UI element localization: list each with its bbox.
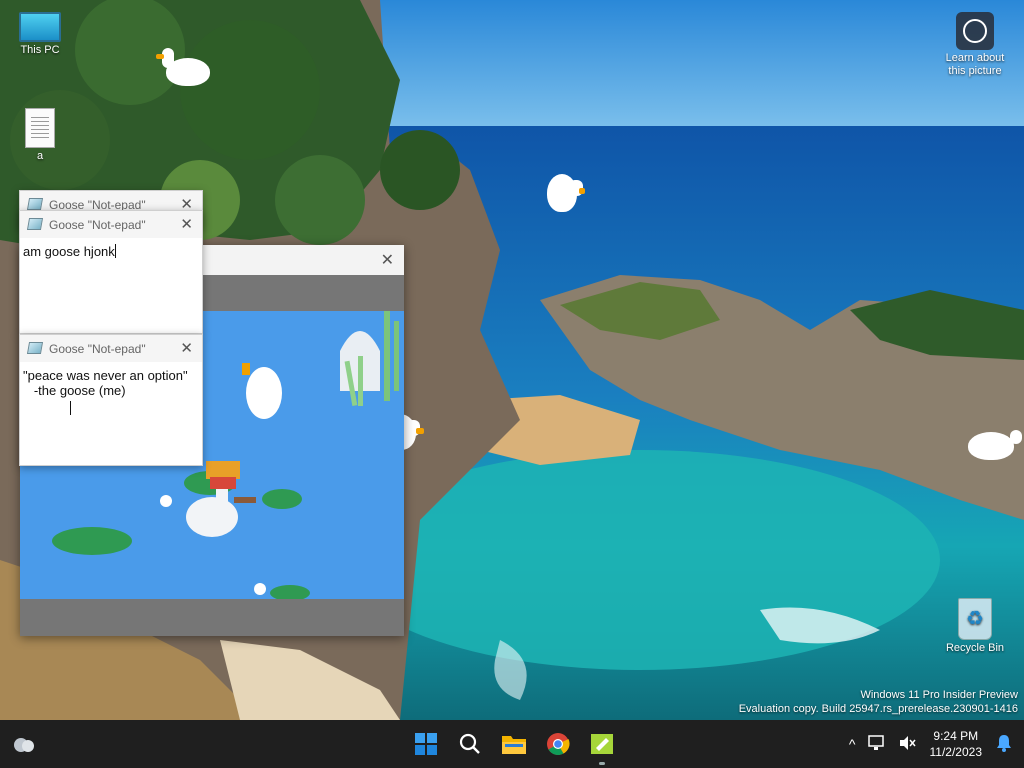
taskbar: ^ 9:24 PM 11/2/2023 [0, 720, 1024, 768]
notepad-titlebar[interactable]: Goose "Not-epad" ✕ [20, 211, 202, 238]
notepad-window-quote[interactable]: Goose "Not-epad" ✕ "peace was never an o… [19, 334, 203, 466]
notepad-icon [26, 342, 44, 354]
weather-widget-icon[interactable] [12, 733, 36, 755]
desktop-icon-label: a [36, 150, 44, 162]
goose-notepad-button[interactable] [586, 728, 618, 765]
goose-sprite[interactable] [545, 170, 589, 216]
notepad-text-area[interactable]: am goose hjonk [20, 238, 202, 265]
notepad-icon [26, 218, 44, 230]
desktop-icon-file-a[interactable]: a [0, 108, 80, 163]
folder-icon [502, 736, 526, 754]
text-file-icon [25, 108, 55, 148]
notepad-text-area[interactable]: "peace was never an option" -the goose (… [20, 362, 202, 404]
monitor-icon [19, 12, 61, 42]
desktop-icon-label: Learn about this picture [945, 52, 1005, 77]
chrome-button[interactable] [542, 728, 574, 760]
close-icon[interactable]: ✕ [180, 339, 193, 357]
watermark-line2: Evaluation copy. Build 25947.rs_prerelea… [738, 703, 1018, 715]
desktop-icon-this-pc[interactable]: This PC [0, 12, 80, 57]
search-icon [459, 733, 480, 754]
notepad-text: am goose hjonk [23, 244, 115, 259]
search-button[interactable] [454, 728, 486, 760]
chrome-icon [547, 733, 570, 755]
taskbar-apps [410, 728, 618, 765]
recycle-bin-icon: ♻ [958, 598, 992, 640]
clock[interactable]: 9:24 PM 11/2/2023 [922, 728, 991, 760]
goose-sprite[interactable] [968, 426, 1024, 466]
clock-date: 11/2/2023 [929, 745, 983, 759]
network-icon[interactable] [862, 734, 892, 754]
close-icon[interactable]: ✕ [180, 215, 193, 233]
desktop-icon-label: This PC [20, 44, 60, 56]
clock-time: 9:24 PM [933, 729, 979, 743]
text-caret [114, 244, 116, 258]
desktop-icon-learn-about-picture[interactable]: Learn about this picture [935, 12, 1015, 78]
notepad-text: "peace was never an option" -the goose (… [23, 368, 188, 398]
windows-logo-icon [415, 733, 437, 755]
volume-muted-icon[interactable] [892, 735, 922, 754]
system-tray: ^ 9:24 PM 11/2/2023 [843, 720, 1024, 768]
desktop-icon-recycle-bin[interactable]: ♻ Recycle Bin [935, 598, 1015, 655]
camera-info-icon [956, 12, 994, 50]
goose-sprite[interactable] [156, 46, 212, 88]
notepad-icon [26, 198, 44, 210]
start-button[interactable] [410, 728, 442, 760]
window-title: Goose "Not-epad" [49, 342, 146, 356]
notepad-titlebar[interactable]: Goose "Not-epad" ✕ [20, 335, 202, 362]
window-title: Goose "Not-epad" [49, 218, 146, 232]
watermark-line1: Windows 11 Pro Insider Preview [860, 689, 1018, 701]
notification-bell-icon[interactable] [990, 734, 1024, 755]
windows-watermark: Windows 11 Pro Insider Preview Evaluatio… [739, 688, 1018, 716]
file-explorer-button[interactable] [498, 728, 530, 760]
chevron-up-icon[interactable]: ^ [843, 736, 862, 752]
text-cursor-ibeam [70, 401, 71, 415]
notepad-icon [591, 734, 613, 754]
desktop-icon-label: Recycle Bin [945, 642, 1005, 654]
notepad-window[interactable]: Goose "Not-epad" ✕ am goose hjonk [19, 210, 203, 334]
close-icon[interactable]: ✕ [381, 250, 394, 270]
